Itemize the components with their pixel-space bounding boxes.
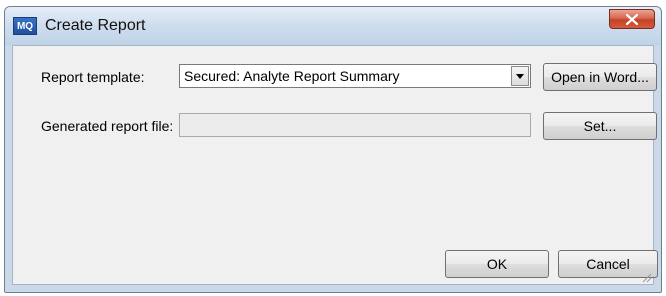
open-in-word-button[interactable]: Open in Word... bbox=[543, 63, 657, 91]
app-icon: MQ bbox=[13, 17, 37, 35]
generated-report-file-label: Generated report file: bbox=[41, 118, 174, 134]
dropdown-arrow-button[interactable] bbox=[511, 66, 529, 86]
dialog-title: Create Report bbox=[45, 17, 146, 34]
ok-button[interactable]: OK bbox=[445, 250, 549, 278]
report-template-select[interactable]: Secured: Analyte Report Summary bbox=[179, 64, 531, 88]
close-button[interactable] bbox=[609, 9, 655, 29]
report-template-value: Secured: Analyte Report Summary bbox=[184, 68, 400, 84]
resize-grip-icon[interactable] bbox=[640, 271, 652, 283]
create-report-dialog: MQ Create Report Report template: Secure… bbox=[4, 6, 662, 293]
report-template-label: Report template: bbox=[41, 69, 145, 85]
chevron-down-icon bbox=[516, 74, 524, 79]
close-icon bbox=[626, 14, 638, 25]
title-bar[interactable]: MQ Create Report bbox=[5, 7, 661, 45]
generated-report-file-field[interactable] bbox=[179, 113, 531, 137]
dialog-body: Report template: Secured: Analyte Report… bbox=[12, 45, 658, 285]
set-button[interactable]: Set... bbox=[543, 112, 657, 140]
